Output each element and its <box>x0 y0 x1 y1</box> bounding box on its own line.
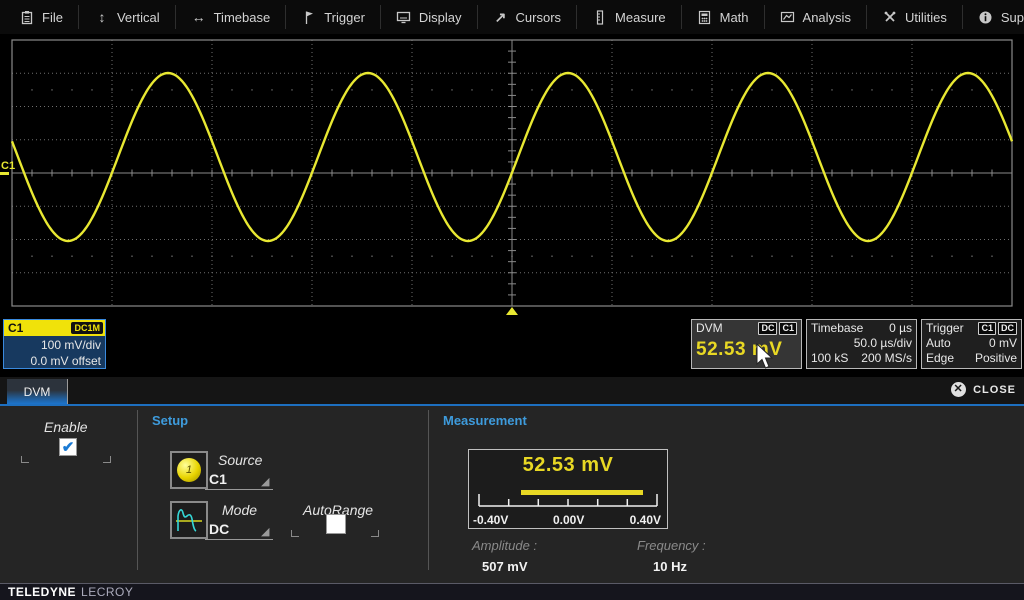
mode-select-underline <box>205 539 273 540</box>
channel-c1-settings: 100 mV/div 0.0 mV offset <box>4 336 105 369</box>
source-label: Source <box>218 452 262 468</box>
svg-text:C1: C1 <box>1 160 15 172</box>
oscilloscope-screen: File ↕ Vertical ↔ Timebase Trigger Displ… <box>0 0 1024 600</box>
dvm-dialog-body: Enable ✔ Setup 1 Source C1 ◢ Mode DC ◢ A… <box>0 406 1024 583</box>
timebase-scale: 50.0 µs/div <box>854 336 912 351</box>
bracket-mark <box>371 530 379 537</box>
amplitude-value: 507 mV <box>482 559 528 574</box>
divider <box>428 410 429 570</box>
close-icon: ✕ <box>951 382 966 397</box>
frequency-value: 10 Hz <box>653 559 687 574</box>
meter-scale-mid: 0.00V <box>553 513 584 527</box>
trigger-mode: Auto <box>926 336 951 351</box>
brand-teledyne: TELEDYNE <box>8 585 76 599</box>
channel-c1-header: C1 DC1M <box>4 320 105 336</box>
timebase-position: 0 µs <box>889 321 912 336</box>
timebase-summary-box[interactable]: Timebase 0 µs 50.0 µs/div 100 kS 200 MS/… <box>806 319 917 369</box>
dvm-meter-scale <box>469 450 669 512</box>
mode-dropdown-icon[interactable]: ◢ <box>261 527 269 538</box>
channel-c1-descriptor-box[interactable]: C1 DC1M 100 mV/div 0.0 mV offset <box>3 319 106 369</box>
divider <box>137 410 138 570</box>
close-button[interactable]: ✕ CLOSE <box>951 382 1016 397</box>
channel-c1-scale: 100 mV/div <box>4 337 101 353</box>
meter-scale-max: 0.40V <box>630 513 661 527</box>
source-button[interactable]: 1 <box>170 451 208 489</box>
autorange-checkbox[interactable] <box>326 514 346 534</box>
amplitude-label: Amplitude : <box>472 538 537 553</box>
channel-c1-name: C1 <box>8 321 23 335</box>
dvm-coupling-badge: DC <box>758 322 777 335</box>
channel-c1-coupling-badge: DC1M <box>71 322 103 334</box>
enable-checkbox[interactable]: ✔ <box>59 438 77 456</box>
bracket-mark <box>103 456 111 463</box>
measurement-heading: Measurement <box>443 413 527 428</box>
dvm-source-badge: C1 <box>779 322 797 335</box>
trigger-level: 0 mV <box>989 336 1017 351</box>
meter-scale-min: -0.40V <box>473 513 508 527</box>
mode-label: Mode <box>222 502 257 518</box>
dvm-summary-title: DVM <box>696 321 723 336</box>
trigger-slope: Positive <box>975 351 1017 366</box>
trigger-coupling-badge: DC <box>998 322 1017 335</box>
trigger-summary-box[interactable]: Trigger C1 DC Auto 0 mV Edge Positive <box>921 319 1022 369</box>
source-dropdown-icon[interactable]: ◢ <box>261 477 269 488</box>
waveform-display[interactable]: C1 <box>0 0 1024 330</box>
dialog-tab-bar: DVM ✕ CLOSE <box>0 377 1024 404</box>
bracket-mark <box>291 530 299 537</box>
waveform-mode-icon <box>173 504 205 536</box>
channel-1-ball-icon: 1 <box>177 458 201 482</box>
mouse-cursor-icon <box>755 343 775 371</box>
trigger-title: Trigger <box>926 321 964 336</box>
setup-heading: Setup <box>152 413 188 428</box>
bracket-mark <box>21 456 29 463</box>
tab-dvm[interactable]: DVM <box>7 379 68 404</box>
channel-c1-offset: 0.0 mV offset <box>4 353 101 369</box>
frequency-label: Frequency : <box>637 538 706 553</box>
enable-label: Enable <box>44 419 88 435</box>
source-select-value[interactable]: C1 <box>209 471 227 487</box>
trigger-source-badge: C1 <box>978 322 996 335</box>
mode-select-value[interactable]: DC <box>209 521 229 537</box>
brand-lecroy: LECROY <box>81 585 133 599</box>
dvm-summary-box[interactable]: DVM DC C1 52.53 mV <box>691 319 802 369</box>
timebase-title: Timebase <box>811 321 863 336</box>
trigger-type: Edge <box>926 351 954 366</box>
timebase-samples: 100 kS <box>811 351 848 366</box>
timebase-rate: 200 MS/s <box>861 351 912 366</box>
dvm-summary-value: 52.53 mV <box>696 336 797 364</box>
brand-bar: TELEDYNE LECROY <box>0 583 1024 600</box>
close-label: CLOSE <box>973 384 1016 396</box>
mode-button[interactable] <box>170 501 208 539</box>
source-select-underline <box>205 489 273 490</box>
dvm-meter-readout: 52.53 mV -0.40V 0.00V 0.40V <box>468 449 668 529</box>
